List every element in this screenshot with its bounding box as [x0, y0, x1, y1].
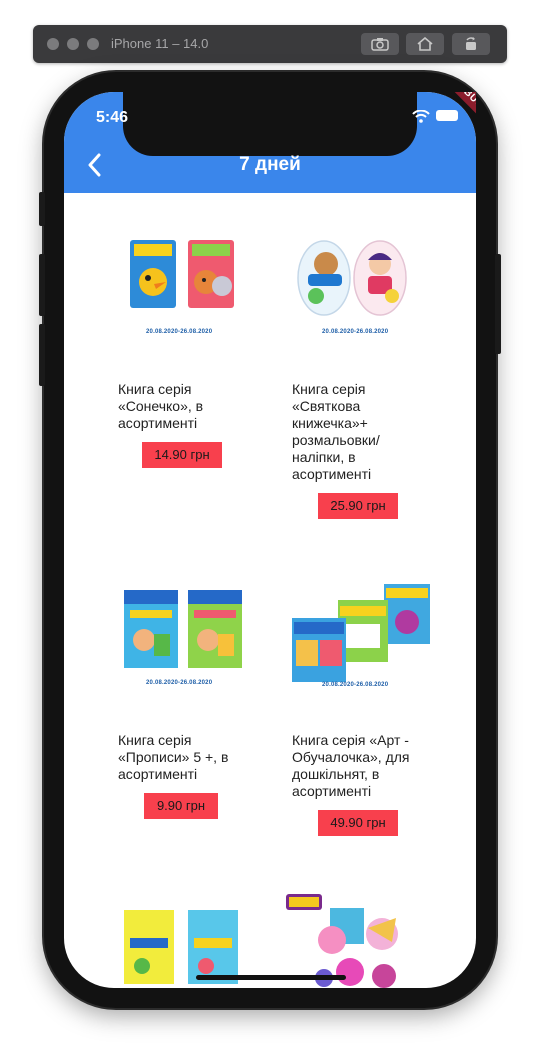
price-badge[interactable]: 14.90 грн — [142, 442, 222, 468]
promo-period: 20.08.2020-26.08.2020 — [322, 682, 389, 688]
product-name: Книга серія «Арт - Обучалочка», для дошк… — [292, 732, 410, 799]
book-covers-image — [292, 584, 430, 682]
product-image-1[interactable] — [126, 238, 246, 319]
back-button[interactable] — [82, 152, 106, 178]
toys-image — [286, 894, 398, 988]
minimize-window-icon[interactable] — [67, 38, 79, 50]
home-icon — [417, 37, 433, 51]
close-window-icon[interactable] — [47, 38, 59, 50]
product-name: Книга серія «Святкова книжечка»+ розмаль… — [292, 381, 380, 482]
product-image-3[interactable] — [120, 588, 244, 677]
home-indicator[interactable] — [196, 975, 346, 980]
status-time: 5:46 — [96, 109, 129, 126]
volume-down-button — [39, 324, 45, 386]
product-image-2[interactable] — [296, 238, 408, 323]
product-image-6[interactable] — [284, 892, 414, 988]
app-screen: 20.08.2020-26.08.2020 Книга серія «Сонеч… — [64, 92, 476, 988]
price-badge[interactable]: 49.90 грн — [318, 810, 398, 836]
camera-notch — [123, 92, 417, 156]
product-name: Книга серія «Прописи» 5 +, в асортименті — [118, 732, 229, 782]
product-name: Книга серія «Сонечко», в асортименті — [118, 381, 204, 431]
volume-up-button — [39, 254, 45, 316]
screenshot-button[interactable] — [361, 33, 399, 55]
chevron-left-icon — [88, 153, 101, 177]
book-covers-image — [297, 240, 407, 316]
price-badge[interactable]: 9.90 грн — [144, 793, 218, 819]
rotate-button[interactable] — [452, 33, 490, 55]
book-covers-image — [124, 910, 238, 984]
camera-icon — [371, 38, 389, 51]
simulator-title: iPhone 11 – 14.0 — [111, 36, 209, 51]
book-covers-image — [130, 240, 234, 308]
promo-period: 20.08.2020-26.08.2020 — [146, 329, 213, 335]
power-button — [495, 254, 501, 354]
book-covers-image — [124, 590, 242, 668]
promo-period: 20.08.2020-26.08.2020 — [146, 680, 213, 686]
debug-banner: DEBUG — [404, 92, 476, 152]
home-button[interactable] — [406, 33, 444, 55]
rotate-icon — [466, 37, 476, 50]
price-badge[interactable]: 25.90 грн — [318, 493, 398, 519]
debug-label: DEBUG — [419, 92, 476, 143]
product-image-4[interactable] — [288, 578, 434, 687]
simulator-toolbar: iPhone 11 – 14.0 — [33, 25, 507, 63]
promo-period: 20.08.2020-26.08.2020 — [322, 329, 389, 335]
zoom-window-icon[interactable] — [87, 38, 99, 50]
page-title: 7 дней — [239, 154, 301, 175]
mute-switch — [39, 192, 45, 226]
